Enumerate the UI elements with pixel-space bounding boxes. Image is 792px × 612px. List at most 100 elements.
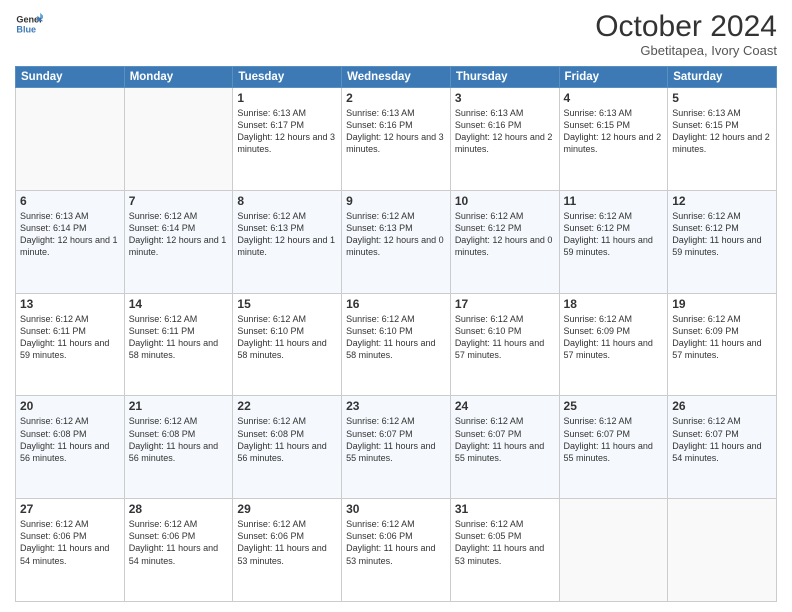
day-number: 22 xyxy=(237,399,337,413)
calendar-cell: 30 Sunrise: 6:12 AMSunset: 6:06 PMDayligh… xyxy=(342,499,451,602)
day-number: 18 xyxy=(564,297,664,311)
weekday-header-sunday: Sunday xyxy=(16,67,125,88)
cell-daylight-info: Sunrise: 6:12 AMSunset: 6:06 PMDaylight:… xyxy=(346,518,446,567)
calendar-cell: 24 Sunrise: 6:12 AMSunset: 6:07 PMDayligh… xyxy=(450,396,559,499)
cell-daylight-info: Sunrise: 6:12 AMSunset: 6:07 PMDaylight:… xyxy=(455,415,555,464)
day-number: 7 xyxy=(129,194,229,208)
calendar-week-row: 27 Sunrise: 6:12 AMSunset: 6:06 PMDayligh… xyxy=(16,499,777,602)
weekday-header-friday: Friday xyxy=(559,67,668,88)
day-number: 19 xyxy=(672,297,772,311)
day-number: 14 xyxy=(129,297,229,311)
cell-daylight-info: Sunrise: 6:12 AMSunset: 6:05 PMDaylight:… xyxy=(455,518,555,567)
calendar-cell: 14 Sunrise: 6:12 AMSunset: 6:11 PMDayligh… xyxy=(124,293,233,396)
cell-daylight-info: Sunrise: 6:12 AMSunset: 6:12 PMDaylight:… xyxy=(672,210,772,259)
cell-daylight-info: Sunrise: 6:12 AMSunset: 6:13 PMDaylight:… xyxy=(237,210,337,259)
calendar-cell: 10Sunrise: 6:12 AMSunset: 6:12 PMDayligh… xyxy=(450,190,559,293)
weekday-header-thursday: Thursday xyxy=(450,67,559,88)
calendar-cell: 1 Sunrise: 6:13 AMSunset: 6:17 PMDaylight… xyxy=(233,88,342,191)
day-number: 20 xyxy=(20,399,120,413)
calendar-cell: 11Sunrise: 6:12 AMSunset: 6:12 PMDayligh… xyxy=(559,190,668,293)
cell-daylight-info: Sunrise: 6:12 AMSunset: 6:08 PMDaylight:… xyxy=(20,415,120,464)
calendar-cell: 28 Sunrise: 6:12 AMSunset: 6:06 PMDayligh… xyxy=(124,499,233,602)
calendar-cell: 8 Sunrise: 6:12 AMSunset: 6:13 PMDaylight… xyxy=(233,190,342,293)
cell-daylight-info: Sunrise: 6:12 AMSunset: 6:06 PMDaylight:… xyxy=(237,518,337,567)
weekday-header-monday: Monday xyxy=(124,67,233,88)
day-number: 26 xyxy=(672,399,772,413)
calendar-cell: 23Sunrise: 6:12 AMSunset: 6:07 PMDayligh… xyxy=(342,396,451,499)
cell-daylight-info: Sunrise: 6:12 AMSunset: 6:09 PMDaylight:… xyxy=(672,313,772,362)
day-number: 8 xyxy=(237,194,337,208)
day-number: 24 xyxy=(455,399,555,413)
weekday-header-saturday: Saturday xyxy=(668,67,777,88)
calendar-week-row: 6 Sunrise: 6:13 AMSunset: 6:14 PMDaylight… xyxy=(16,190,777,293)
day-number: 2 xyxy=(346,91,446,105)
calendar-cell xyxy=(668,499,777,602)
day-number: 3 xyxy=(455,91,555,105)
day-number: 31 xyxy=(455,502,555,516)
cell-daylight-info: Sunrise: 6:13 AMSunset: 6:16 PMDaylight:… xyxy=(346,107,446,156)
cell-daylight-info: Sunrise: 6:12 AMSunset: 6:06 PMDaylight:… xyxy=(129,518,229,567)
calendar-cell: 27Sunrise: 6:12 AMSunset: 6:06 PMDayligh… xyxy=(16,499,125,602)
calendar-week-row: 1 Sunrise: 6:13 AMSunset: 6:17 PMDaylight… xyxy=(16,88,777,191)
cell-daylight-info: Sunrise: 6:13 AMSunset: 6:15 PMDaylight:… xyxy=(672,107,772,156)
day-number: 1 xyxy=(237,91,337,105)
page: General Blue October 2024 Gbetitapea, Iv… xyxy=(0,0,792,612)
day-number: 17 xyxy=(455,297,555,311)
calendar-cell: 5 Sunrise: 6:13 AMSunset: 6:15 PMDaylight… xyxy=(668,88,777,191)
day-number: 25 xyxy=(564,399,664,413)
cell-daylight-info: Sunrise: 6:12 AMSunset: 6:08 PMDaylight:… xyxy=(129,415,229,464)
cell-daylight-info: Sunrise: 6:13 AMSunset: 6:14 PMDaylight:… xyxy=(20,210,120,259)
calendar-cell: 21Sunrise: 6:12 AMSunset: 6:08 PMDayligh… xyxy=(124,396,233,499)
calendar-cell: 12 Sunrise: 6:12 AMSunset: 6:12 PMDayligh… xyxy=(668,190,777,293)
day-number: 9 xyxy=(346,194,446,208)
weekday-header-row: SundayMondayTuesdayWednesdayThursdayFrid… xyxy=(16,67,777,88)
calendar-cell: 26 Sunrise: 6:12 AMSunset: 6:07 PMDayligh… xyxy=(668,396,777,499)
weekday-header-wednesday: Wednesday xyxy=(342,67,451,88)
calendar-table: SundayMondayTuesdayWednesdayThursdayFrid… xyxy=(15,66,777,602)
calendar-cell: 19 Sunrise: 6:12 AMSunset: 6:09 PMDayligh… xyxy=(668,293,777,396)
calendar-cell: 25 Sunrise: 6:12 AMSunset: 6:07 PMDayligh… xyxy=(559,396,668,499)
cell-daylight-info: Sunrise: 6:12 AMSunset: 6:07 PMDaylight:… xyxy=(564,415,664,464)
day-number: 16 xyxy=(346,297,446,311)
cell-daylight-info: Sunrise: 6:12 AMSunset: 6:10 PMDaylight:… xyxy=(455,313,555,362)
cell-daylight-info: Sunrise: 6:13 AMSunset: 6:17 PMDaylight:… xyxy=(237,107,337,156)
month-title: October 2024 xyxy=(595,10,777,43)
cell-daylight-info: Sunrise: 6:13 AMSunset: 6:16 PMDaylight:… xyxy=(455,107,555,156)
day-number: 28 xyxy=(129,502,229,516)
generalblue-icon: General Blue xyxy=(15,10,43,38)
calendar-cell: 4 Sunrise: 6:13 AMSunset: 6:15 PMDaylight… xyxy=(559,88,668,191)
calendar-cell: 18Sunrise: 6:12 AMSunset: 6:09 PMDayligh… xyxy=(559,293,668,396)
cell-daylight-info: Sunrise: 6:12 AMSunset: 6:08 PMDaylight:… xyxy=(237,415,337,464)
cell-daylight-info: Sunrise: 6:12 AMSunset: 6:07 PMDaylight:… xyxy=(346,415,446,464)
cell-daylight-info: Sunrise: 6:12 AMSunset: 6:12 PMDaylight:… xyxy=(564,210,664,259)
calendar-cell: 20 Sunrise: 6:12 AMSunset: 6:08 PMDayligh… xyxy=(16,396,125,499)
calendar-cell: 9Sunrise: 6:12 AMSunset: 6:13 PMDaylight… xyxy=(342,190,451,293)
day-number: 15 xyxy=(237,297,337,311)
calendar-cell: 7Sunrise: 6:12 AMSunset: 6:14 PMDaylight… xyxy=(124,190,233,293)
svg-text:Blue: Blue xyxy=(16,24,36,34)
day-number: 4 xyxy=(564,91,664,105)
location-subtitle: Gbetitapea, Ivory Coast xyxy=(595,43,777,58)
day-number: 27 xyxy=(20,502,120,516)
cell-daylight-info: Sunrise: 6:13 AMSunset: 6:15 PMDaylight:… xyxy=(564,107,664,156)
cell-daylight-info: Sunrise: 6:12 AMSunset: 6:07 PMDaylight:… xyxy=(672,415,772,464)
calendar-cell: 2 Sunrise: 6:13 AMSunset: 6:16 PMDaylight… xyxy=(342,88,451,191)
title-block: October 2024 Gbetitapea, Ivory Coast xyxy=(595,10,777,58)
cell-daylight-info: Sunrise: 6:12 AMSunset: 6:11 PMDaylight:… xyxy=(129,313,229,362)
calendar-cell: 22 Sunrise: 6:12 AMSunset: 6:08 PMDayligh… xyxy=(233,396,342,499)
day-number: 29 xyxy=(237,502,337,516)
calendar-cell: 6 Sunrise: 6:13 AMSunset: 6:14 PMDaylight… xyxy=(16,190,125,293)
calendar-cell: 3 Sunrise: 6:13 AMSunset: 6:16 PMDaylight… xyxy=(450,88,559,191)
day-number: 12 xyxy=(672,194,772,208)
day-number: 6 xyxy=(20,194,120,208)
cell-daylight-info: Sunrise: 6:12 AMSunset: 6:10 PMDaylight:… xyxy=(237,313,337,362)
cell-daylight-info: Sunrise: 6:12 AMSunset: 6:11 PMDaylight:… xyxy=(20,313,120,362)
weekday-header-tuesday: Tuesday xyxy=(233,67,342,88)
day-number: 5 xyxy=(672,91,772,105)
calendar-cell xyxy=(559,499,668,602)
calendar-cell xyxy=(124,88,233,191)
day-number: 30 xyxy=(346,502,446,516)
day-number: 10 xyxy=(455,194,555,208)
calendar-cell: 17 Sunrise: 6:12 AMSunset: 6:10 PMDayligh… xyxy=(450,293,559,396)
day-number: 13 xyxy=(20,297,120,311)
